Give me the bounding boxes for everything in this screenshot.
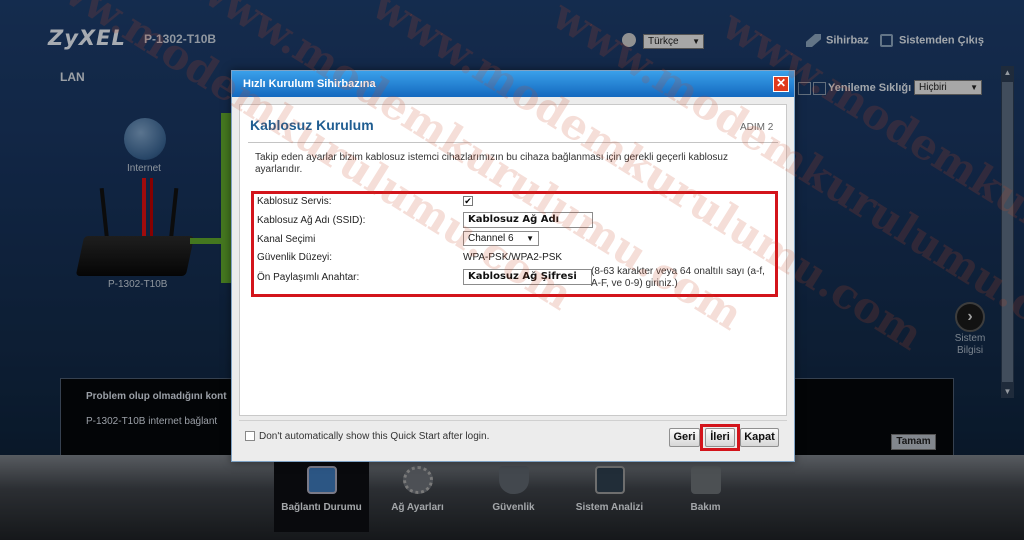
channel-value: Channel 6 <box>468 233 514 244</box>
channel-label: Kanal Seçimi <box>257 234 316 245</box>
wizard-dialog: Hızlı Kurulum Sihirbazına ✕ Kablosuz Kur… <box>231 70 795 462</box>
step-indicator: ADIM 2 <box>740 122 774 133</box>
dont-show-label: Don't automatically show this Quick Star… <box>259 431 490 442</box>
channel-select[interactable]: Channel 6 ▼ <box>463 231 539 246</box>
description-text: Takip eden ayarlar bizim kablosuz istemc… <box>255 152 728 175</box>
ssid-input[interactable]: Kablosuz Ağ Adı <box>463 212 593 228</box>
dont-show-checkbox[interactable] <box>245 431 255 441</box>
divider <box>248 142 778 143</box>
close-icon[interactable]: ✕ <box>773 76 789 92</box>
dialog-header: Hızlı Kurulum Sihirbazına ✕ <box>232 71 794 97</box>
psk-label: Ön Paylaşımlı Anahtar: <box>257 272 360 283</box>
chevron-down-icon: ▼ <box>526 234 534 243</box>
close-button[interactable]: Kapat <box>740 428 779 447</box>
wireless-service-checkbox[interactable]: ✔ <box>463 196 473 206</box>
next-button[interactable]: İleri <box>705 428 735 447</box>
psk-hint: (8-63 karakter veya 64 onaltılı sayı (a-… <box>591 266 765 289</box>
divider <box>239 420 787 421</box>
dialog-title: Hızlı Kurulum Sihirbazına <box>243 78 376 90</box>
psk-input[interactable]: Kablosuz Ağ Şifresi <box>463 269 592 285</box>
back-button[interactable]: Geri <box>669 428 700 447</box>
security-label: Güvenlik Düzeyi: <box>257 252 333 263</box>
dialog-body: Kablosuz Kurulum ADIM 2 Takip eden ayarl… <box>239 104 787 416</box>
ssid-label: Kablosuz Ağ Adı (SSID): <box>257 215 366 226</box>
security-value: WPA-PSK/WPA2-PSK <box>463 252 563 263</box>
section-title: Kablosuz Kurulum <box>250 117 374 133</box>
service-label: Kablosuz Servis: <box>257 196 332 207</box>
